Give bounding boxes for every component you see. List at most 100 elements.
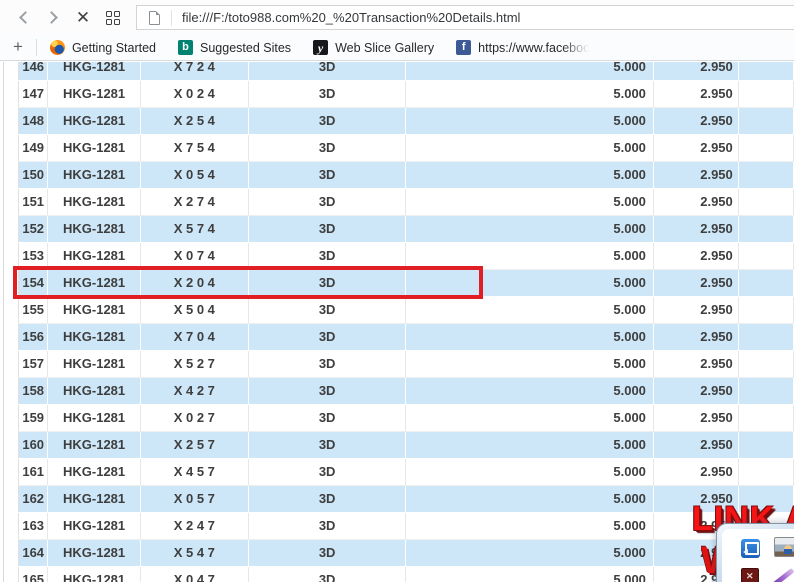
cell-odds: 2.950 [653, 62, 738, 80]
cell-game: 3D [248, 80, 406, 107]
cell-no: 155 [19, 296, 48, 323]
url-text[interactable]: file:///F:/toto988.com%20_%20Transaction… [182, 10, 520, 25]
cell-amount: 5.000 [406, 107, 654, 134]
table-row: 153HKG-1281X 0 7 43D5.0002.950 [19, 242, 794, 269]
cell-market: HKG-1281 [48, 512, 140, 539]
table-row: 154HKG-1281X 2 0 43D5.0002.950 [19, 269, 794, 296]
cell-odds: 2.950 [653, 323, 738, 350]
cell-market: HKG-1281 [48, 431, 140, 458]
cell-game: 3D [248, 242, 406, 269]
cell-no: 162 [19, 485, 48, 512]
cell-market: HKG-1281 [48, 215, 140, 242]
cell-market: HKG-1281 [48, 269, 140, 296]
cell-game: 3D [248, 269, 406, 296]
cell-game: 3D [248, 296, 406, 323]
cell-amount: 5.000 [406, 62, 654, 80]
cell-no: 157 [19, 350, 48, 377]
cell-game: 3D [248, 431, 406, 458]
bing-icon: b [178, 40, 193, 55]
bookmark-suggested-sites[interactable]: b Suggested Sites [178, 40, 291, 55]
tray-flyout-panel [722, 529, 794, 582]
bookmark-label: Getting Started [72, 41, 156, 55]
forward-button[interactable] [38, 3, 68, 33]
cell-number: X 5 2 7 [140, 350, 248, 377]
cell-extra [738, 80, 793, 107]
cell-game: 3D [248, 485, 406, 512]
cell-market: HKG-1281 [48, 377, 140, 404]
table-row: 158HKG-1281X 4 2 73D5.0002.950 [19, 377, 794, 404]
red-app-icon[interactable] [741, 568, 759, 582]
cell-game: 3D [248, 134, 406, 161]
cell-amount: 5.000 [406, 296, 654, 323]
cell-odds: 2.950 [653, 296, 738, 323]
back-button[interactable] [8, 3, 38, 33]
cell-market: HKG-1281 [48, 539, 140, 566]
close-icon: ✕ [76, 9, 90, 26]
cell-number: X 5 7 4 [140, 215, 248, 242]
cell-odds: 2.950 [653, 242, 738, 269]
bookmark-getting-started[interactable]: Getting Started [50, 40, 156, 55]
cell-extra [738, 242, 793, 269]
translator-icon[interactable] [741, 539, 760, 558]
webslice-icon: y [313, 40, 328, 55]
table-row: 159HKG-1281X 0 2 73D5.0002.950 [19, 404, 794, 431]
table-row: 164HKG-1281X 5 4 73D5.0002.950 [19, 539, 794, 566]
cell-odds: 2.950 [653, 215, 738, 242]
table-row: 156HKG-1281X 7 0 43D5.0002.950 [19, 323, 794, 350]
cell-market: HKG-1281 [48, 107, 140, 134]
bookmark-web-slice-gallery[interactable]: y Web Slice Gallery [313, 40, 434, 55]
add-tab-button[interactable]: + [13, 37, 23, 57]
cell-game: 3D [248, 566, 406, 582]
tiles-button[interactable] [98, 3, 128, 33]
table-row: 160HKG-1281X 2 5 73D5.0002.950 [19, 431, 794, 458]
cell-number: X 0 7 4 [140, 242, 248, 269]
cell-extra [738, 377, 793, 404]
cell-market: HKG-1281 [48, 566, 140, 582]
cell-amount: 5.000 [406, 80, 654, 107]
cell-amount: 5.000 [406, 512, 654, 539]
cell-no: 153 [19, 242, 48, 269]
browser-toolbar: ✕ file:///F:/toto988.com%20_%20Transacti… [0, 0, 794, 35]
cell-number: X 2 4 7 [140, 512, 248, 539]
table-row: 151HKG-1281X 2 7 43D5.0002.950 [19, 188, 794, 215]
address-bar[interactable]: file:///F:/toto988.com%20_%20Transaction… [136, 5, 794, 30]
table-row: 150HKG-1281X 0 5 43D5.0002.950 [19, 161, 794, 188]
cell-odds: 2.950 [653, 80, 738, 107]
cell-game: 3D [248, 215, 406, 242]
table-row: 162HKG-1281X 0 5 73D5.0002.950 [19, 485, 794, 512]
pen-icon[interactable] [766, 565, 794, 582]
cell-no: 150 [19, 161, 48, 188]
cell-extra [738, 215, 793, 242]
cell-no: 151 [19, 188, 48, 215]
cell-amount: 5.000 [406, 539, 654, 566]
bookmark-facebook[interactable]: f https://www.faceboo [456, 40, 590, 55]
cell-number: X 2 7 4 [140, 188, 248, 215]
table-row: 161HKG-1281X 4 5 73D5.0002.950 [19, 458, 794, 485]
printer-icon[interactable] [774, 537, 794, 557]
cell-number: X 5 0 4 [140, 296, 248, 323]
cell-amount: 5.000 [406, 377, 654, 404]
cell-game: 3D [248, 404, 406, 431]
tray-flyout [716, 523, 794, 582]
cell-extra [738, 107, 793, 134]
firefox-icon [50, 40, 65, 55]
cell-game: 3D [248, 539, 406, 566]
cell-amount: 5.000 [406, 215, 654, 242]
cell-market: HKG-1281 [48, 62, 140, 80]
stop-button[interactable]: ✕ [68, 3, 98, 33]
cell-market: HKG-1281 [48, 458, 140, 485]
cell-no: 148 [19, 107, 48, 134]
facebook-icon: f [456, 40, 471, 55]
cell-number: X 0 5 4 [140, 161, 248, 188]
cell-odds: 2.950 [653, 404, 738, 431]
cell-market: HKG-1281 [48, 242, 140, 269]
table-row: 165HKG-1281X 0 4 73D5.0002.950 [19, 566, 794, 582]
cell-no: 161 [19, 458, 48, 485]
cell-no: 152 [19, 215, 48, 242]
cell-odds: 2.950 [653, 350, 738, 377]
cell-market: HKG-1281 [48, 404, 140, 431]
cell-extra [738, 431, 793, 458]
cell-extra [738, 350, 793, 377]
cell-number: X 7 0 4 [140, 323, 248, 350]
cell-amount: 5.000 [406, 161, 654, 188]
